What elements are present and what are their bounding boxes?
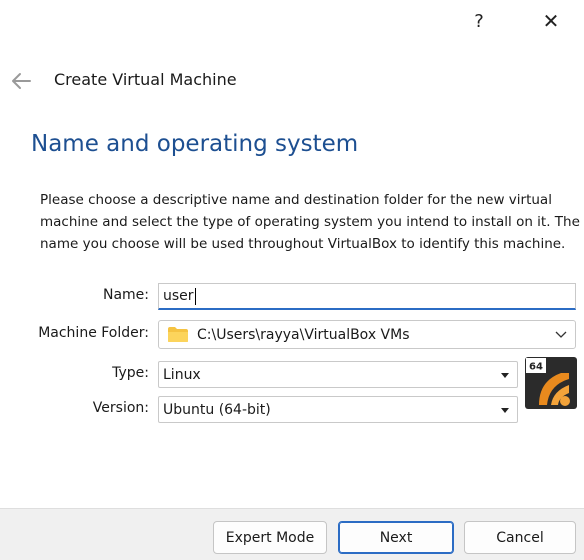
name-input[interactable]: user: [158, 283, 576, 310]
cancel-button[interactable]: Cancel: [464, 521, 576, 554]
page-description: Please choose a descriptive name and des…: [40, 192, 580, 252]
dialog-footer: Expert Mode Next Cancel: [0, 508, 584, 560]
dropdown-arrow-icon: [501, 408, 509, 413]
close-icon: ✕: [542, 9, 560, 33]
expert-mode-button[interactable]: Expert Mode: [213, 521, 327, 554]
os-badge-64: 64: [529, 362, 543, 373]
ubuntu-os-icon: 64: [525, 357, 577, 409]
machine-folder-label: Machine Folder:: [38, 325, 149, 341]
folder-icon: [168, 327, 188, 342]
help-button[interactable]: ?: [456, 0, 502, 42]
wizard-header: Create Virtual Machine: [0, 62, 584, 100]
type-select[interactable]: Linux: [158, 361, 518, 388]
name-label: Name:: [102, 287, 149, 303]
version-select-value: Ubuntu (64-bit): [163, 401, 271, 418]
machine-folder-value: C:\Users\rayya\VirtualBox VMs: [197, 326, 410, 343]
help-icon: ?: [474, 10, 484, 32]
type-label: Type:: [112, 365, 149, 381]
type-select-value: Linux: [163, 366, 201, 383]
machine-folder-combo[interactable]: C:\Users\rayya\VirtualBox VMs: [158, 320, 576, 349]
page-title: Name and operating system: [31, 131, 359, 157]
wizard-title: Create Virtual Machine: [54, 70, 237, 89]
close-button[interactable]: ✕: [528, 0, 574, 42]
chevron-down-icon[interactable]: [555, 329, 567, 339]
dropdown-arrow-icon: [501, 373, 509, 378]
back-arrow-icon[interactable]: [9, 70, 33, 92]
text-caret: [194, 287, 196, 305]
name-input-value: user: [163, 288, 194, 304]
next-button[interactable]: Next: [338, 521, 454, 554]
version-label: Version:: [92, 400, 149, 416]
version-select[interactable]: Ubuntu (64-bit): [158, 396, 518, 423]
title-bar: ? ✕: [0, 0, 584, 42]
